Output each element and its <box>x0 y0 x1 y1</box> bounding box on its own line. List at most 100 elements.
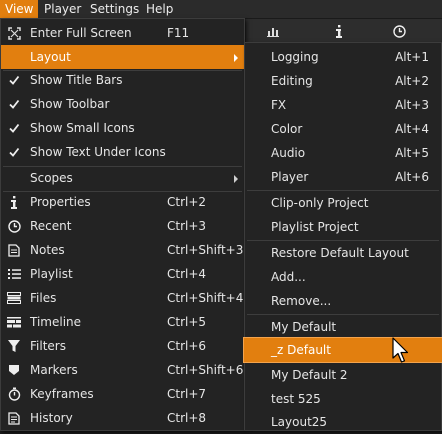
layout-item-my-default-2[interactable]: My Default 2 <box>245 363 441 387</box>
menu-item-timeline[interactable]: Timeline Ctrl+5 <box>1 310 244 334</box>
menu-player[interactable]: Player <box>39 0 86 18</box>
menu-item-show-toolbar[interactable]: Show Toolbar <box>1 92 244 116</box>
clock-icon[interactable] <box>372 19 426 43</box>
submenu-arrow-icon <box>234 54 238 62</box>
layout-item-shortcut: Alt+2 <box>395 74 429 88</box>
menu-item-label: Timeline <box>30 315 82 329</box>
menu-item-recent[interactable]: Recent Ctrl+3 <box>1 214 244 238</box>
menu-settings[interactable]: Settings <box>85 0 144 18</box>
menu-item-show-text-under-icons[interactable]: Show Text Under Icons <box>1 140 244 164</box>
menu-item-label: Markers <box>30 363 78 377</box>
menu-item-properties[interactable]: Properties Ctrl+2 <box>1 190 244 214</box>
layout-item-editing[interactable]: Editing Alt+2 <box>245 69 441 93</box>
layout-item-playlist-project[interactable]: Playlist Project <box>245 215 441 239</box>
stopwatch-icon <box>7 387 21 401</box>
menu-item-files[interactable]: Files Ctrl+Shift+4 <box>1 286 244 310</box>
layout-item-label: Clip-only Project <box>271 196 369 210</box>
layout-item-label: My Default 2 <box>271 368 348 382</box>
menu-item-shortcut: Ctrl+4 <box>167 267 207 281</box>
submenu-arrow-icon <box>234 175 238 183</box>
menu-item-notes[interactable]: Notes Ctrl+Shift+3 <box>1 238 244 262</box>
files-icon <box>7 291 21 305</box>
menu-item-label: Keyframes <box>30 387 94 401</box>
layout-item-shortcut: Alt+1 <box>395 50 429 64</box>
clock-icon <box>7 219 21 233</box>
menu-item-shortcut: Ctrl+2 <box>167 195 207 209</box>
layout-item-label: Editing <box>271 74 313 88</box>
layout-item-label: test 525 <box>271 392 321 406</box>
layout-item-remove[interactable]: Remove... <box>245 289 441 313</box>
menu-item-label: Show Title Bars <box>30 73 123 87</box>
menu-item-shortcut: Ctrl+7 <box>167 387 207 401</box>
menu-item-label: Layout <box>30 50 71 64</box>
layout-item-shortcut: Alt+5 <box>395 146 429 160</box>
background-toolbar <box>246 19 442 44</box>
menu-item-label: Show Small Icons <box>30 121 135 135</box>
layout-item-label: My Default <box>271 320 337 334</box>
layout-item-shortcut: Alt+4 <box>395 122 429 136</box>
menu-item-label: Files <box>30 291 57 305</box>
menu-item-enter-full-screen[interactable]: Enter Full Screen F11 <box>1 21 244 45</box>
menu-item-history[interactable]: History Ctrl+8 <box>1 406 244 430</box>
layout-item-label: FX <box>271 98 287 112</box>
layout-submenu: Logging Alt+1 Editing Alt+2 FX Alt+3 Col… <box>243 42 442 434</box>
menu-item-shortcut: Ctrl+6 <box>167 339 207 353</box>
menu-item-keyframes[interactable]: Keyframes Ctrl+7 <box>1 382 244 406</box>
layout-item-label: Color <box>271 122 303 136</box>
menu-item-shortcut: Ctrl+8 <box>167 411 207 425</box>
menu-item-layout[interactable]: Layout <box>1 45 244 69</box>
checkmark-icon <box>7 97 21 111</box>
menu-item-markers[interactable]: Markers Ctrl+Shift+6 <box>1 358 244 382</box>
checkmark-icon <box>7 145 21 159</box>
layout-item-add[interactable]: Add... <box>245 265 441 289</box>
layout-item-player[interactable]: Player Alt+6 <box>245 165 441 189</box>
layout-item-label: Player <box>271 170 309 184</box>
menu-item-label: Filters <box>30 339 66 353</box>
menu-item-shortcut: Ctrl+Shift+3 <box>167 243 244 257</box>
menu-item-shortcut: Ctrl+5 <box>167 315 207 329</box>
menu-item-show-title-bars[interactable]: Show Title Bars <box>1 68 244 92</box>
info-icon[interactable] <box>312 19 366 43</box>
layout-item-logging[interactable]: Logging Alt+1 <box>245 45 441 69</box>
layout-item-label: Add... <box>271 270 306 284</box>
menu-item-label: Show Toolbar <box>30 97 110 111</box>
menu-item-label: Scopes <box>30 171 73 185</box>
menu-item-shortcut: Ctrl+Shift+4 <box>167 291 244 305</box>
checkmark-icon <box>7 73 21 87</box>
menu-item-label: Enter Full Screen <box>30 26 132 40</box>
menu-item-filters[interactable]: Filters Ctrl+6 <box>1 334 244 358</box>
marker-icon <box>7 363 21 377</box>
menu-view[interactable]: View <box>0 0 39 18</box>
fullscreen-icon <box>7 26 21 40</box>
mouse-cursor-icon <box>392 337 409 363</box>
menu-item-show-small-icons[interactable]: Show Small Icons <box>1 116 244 140</box>
layout-item-test-525[interactable]: test 525 <box>245 387 441 411</box>
menu-item-label: Properties <box>30 195 91 209</box>
menu-item-scopes[interactable]: Scopes <box>1 166 244 190</box>
layout-item-label: Remove... <box>271 294 332 308</box>
menu-item-playlist[interactable]: Playlist Ctrl+4 <box>1 262 244 286</box>
layout-item-label: Logging <box>271 50 319 64</box>
audio-meter-icon[interactable] <box>246 19 300 43</box>
layout-item-restore-default[interactable]: Restore Default Layout <box>245 241 441 265</box>
layout-item-shortcut: Alt+3 <box>395 98 429 112</box>
layout-item-label: Layout25 <box>271 415 328 429</box>
layout-item-label: Restore Default Layout <box>271 246 409 260</box>
menubar: View Player Settings Help <box>0 0 442 19</box>
layout-item-z-default[interactable]: _z Default <box>243 337 442 363</box>
layout-item-fx[interactable]: FX Alt+3 <box>245 93 441 117</box>
layout-item-audio[interactable]: Audio Alt+5 <box>245 141 441 165</box>
menu-help[interactable]: Help <box>141 0 178 18</box>
timeline-icon <box>7 315 21 329</box>
playlist-icon <box>7 267 21 281</box>
layout-item-color[interactable]: Color Alt+4 <box>245 117 441 141</box>
layout-item-label: Playlist Project <box>271 220 359 234</box>
info-icon <box>7 195 21 209</box>
history-icon <box>7 411 21 425</box>
menu-item-label: Recent <box>30 219 72 233</box>
menu-item-shortcut: Ctrl+Shift+6 <box>167 363 244 377</box>
layout-item-my-default[interactable]: My Default <box>245 315 441 339</box>
layout-item-shortcut: Alt+6 <box>395 170 429 184</box>
layout-item-layout25[interactable]: Layout25 <box>245 410 441 434</box>
layout-item-clip-only-project[interactable]: Clip-only Project <box>245 191 441 215</box>
